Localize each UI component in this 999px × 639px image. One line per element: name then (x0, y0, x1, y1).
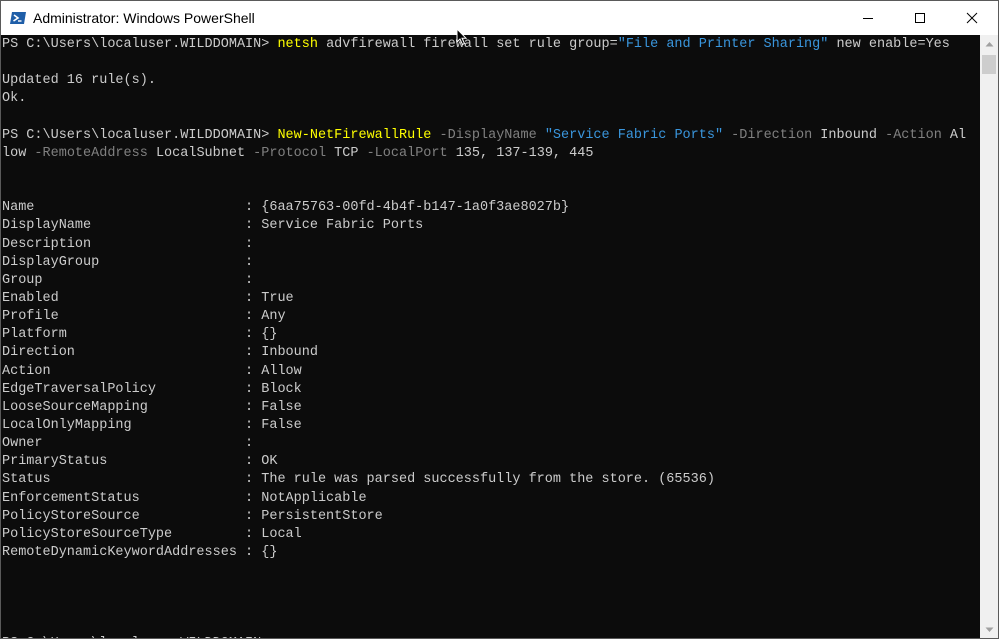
caption-buttons (842, 1, 998, 35)
minimize-button[interactable] (842, 1, 894, 35)
console-line: DisplayName : Service Fabric Ports (2, 217, 966, 235)
console-line: DisplayGroup : (2, 254, 966, 272)
console-text-plain: PolicyStoreSource : PersistentStore (2, 508, 383, 524)
console-text-param: -Action (877, 127, 942, 143)
console-text-plain: Profile : Any (2, 309, 286, 325)
console-line: Enabled : True (2, 290, 966, 308)
console-output[interactable]: PS C:\Users\localuser.WILDDOMAIN> netsh … (1, 35, 980, 638)
scroll-down-button[interactable] (980, 621, 998, 638)
mouse-pointer-icon (456, 28, 468, 46)
console-line: low -RemoteAddress LocalSubnet -Protocol… (2, 145, 966, 163)
console-text-plain: low (2, 145, 27, 161)
scroll-thumb[interactable] (982, 55, 996, 74)
console-text-plain: Enabled : True (2, 290, 294, 306)
console-text-cmd: netsh (277, 37, 318, 52)
window-title: Administrator: Windows PowerShell (33, 10, 255, 26)
chevron-up-icon (985, 41, 993, 46)
console-text-cmd: New-NetFirewallRule (277, 127, 432, 143)
vertical-scrollbar[interactable] (980, 35, 998, 638)
console-line: Action : Allow (2, 363, 966, 381)
console-text-plain: PS C:\Users\localuser.WILDDOMAIN> (2, 37, 278, 52)
console-line: LocalOnlyMapping : False (2, 417, 966, 435)
console-line: EnforcementStatus : NotApplicable (2, 490, 966, 508)
title-bar[interactable]: Administrator: Windows PowerShell (1, 1, 998, 35)
console-text-str: "Service Fabric Ports" (536, 127, 724, 143)
chevron-down-icon (985, 627, 993, 632)
console-text-plain: PS C:\Users\localuser.WILDDOMAIN> (2, 127, 278, 143)
console-line: Direction : Inbound (2, 344, 966, 362)
console-line: RemoteDynamicKeywordAddresses : {} (2, 544, 966, 562)
console-line: Name : {6aa75763-00fd-4b4f-b147-1a0f3ae8… (2, 199, 966, 217)
console-line: PolicyStoreSource : PersistentStore (2, 508, 966, 526)
powershell-icon (10, 12, 26, 24)
console-text-plain: Description : (2, 236, 254, 252)
console-line: Group : (2, 272, 966, 290)
minimize-icon (863, 18, 873, 19)
console-text-plain: new enable=Yes (828, 37, 950, 52)
console-text-str: "File and Printer Sharing" (617, 37, 829, 52)
console-line: PS C:\Users\localuser.WILDDOMAIN> New-Ne… (2, 127, 966, 145)
console-text-plain: Action : Allow (2, 363, 302, 379)
console-text-plain: Direction : Inbound (2, 345, 318, 361)
console-text-plain: Status : The rule was parsed successfull… (2, 472, 715, 488)
console-text-param: -RemoteAddress (26, 145, 148, 161)
console-text-plain: Inbound (812, 127, 877, 143)
console-line: Platform : {} (2, 326, 966, 344)
console-text-plain: Updated 16 rule(s). (2, 73, 156, 89)
console-line: Owner : (2, 435, 966, 453)
console-text-plain: LocalOnlyMapping : False (2, 417, 302, 433)
console-text-plain: PrimaryStatus : OK (2, 454, 278, 470)
console-line: Description : (2, 236, 966, 254)
close-icon (966, 12, 978, 24)
scroll-up-button[interactable] (980, 35, 998, 52)
console-text-plain: Al (941, 127, 967, 143)
powershell-window: Administrator: Windows PowerShell PS C:\… (0, 0, 999, 639)
console-text-plain: Name : {6aa75763-00fd-4b4f-b147-1a0f3ae8… (2, 200, 570, 216)
console-text-param: -Direction (723, 127, 813, 143)
console-text-plain: LooseSourceMapping : False (2, 399, 302, 415)
console-line: Updated 16 rule(s). (2, 72, 966, 90)
console-text-plain: EnforcementStatus : NotApplicable (2, 490, 367, 506)
console-text-param: -Protocol (245, 145, 327, 161)
console-text-param: -LocalPort (358, 145, 448, 161)
console-text-plain: LocalSubnet (147, 145, 246, 161)
console-line: LooseSourceMapping : False (2, 399, 966, 417)
console-text-plain: RemoteDynamicKeywordAddresses : {} (2, 544, 278, 560)
console-text-plain: Platform : {} (2, 327, 278, 343)
maximize-icon (915, 13, 925, 23)
console-text-plain: EdgeTraversalPolicy : Block (2, 381, 302, 397)
console-text-plain: DisplayGroup : (2, 254, 254, 270)
console-text-plain: Group : (2, 272, 254, 288)
console-line: PolicyStoreSourceType : Local (2, 526, 966, 544)
console-line: PrimaryStatus : OK (2, 453, 966, 471)
console-line: Ok. (2, 90, 966, 108)
console-line: EdgeTraversalPolicy : Block (2, 381, 966, 399)
console-text-plain: Owner : (2, 436, 254, 452)
console-text-plain: DisplayName : Service Fabric Ports (2, 218, 424, 234)
console-text-plain: TCP (326, 145, 359, 161)
maximize-button[interactable] (894, 1, 946, 35)
console-line: Status : The rule was parsed successfull… (2, 471, 966, 489)
console-text-plain: PolicyStoreSourceType : Local (2, 526, 302, 542)
console-text-plain: Ok. (2, 91, 27, 107)
console-line: PS C:\Users\localuser.WILDDOMAIN> (2, 635, 966, 638)
console-text-plain: PS C:\Users\localuser.WILDDOMAIN> (2, 636, 269, 638)
console-line: Profile : Any (2, 308, 966, 326)
console-text-plain: 135, 137-139, 445 (447, 145, 594, 161)
console-lines: PS C:\Users\localuser.WILDDOMAIN> netsh … (2, 36, 966, 638)
console-text-param: -DisplayName (431, 127, 537, 143)
console-line: PS C:\Users\localuser.WILDDOMAIN> netsh … (2, 36, 966, 54)
close-button[interactable] (946, 1, 998, 35)
